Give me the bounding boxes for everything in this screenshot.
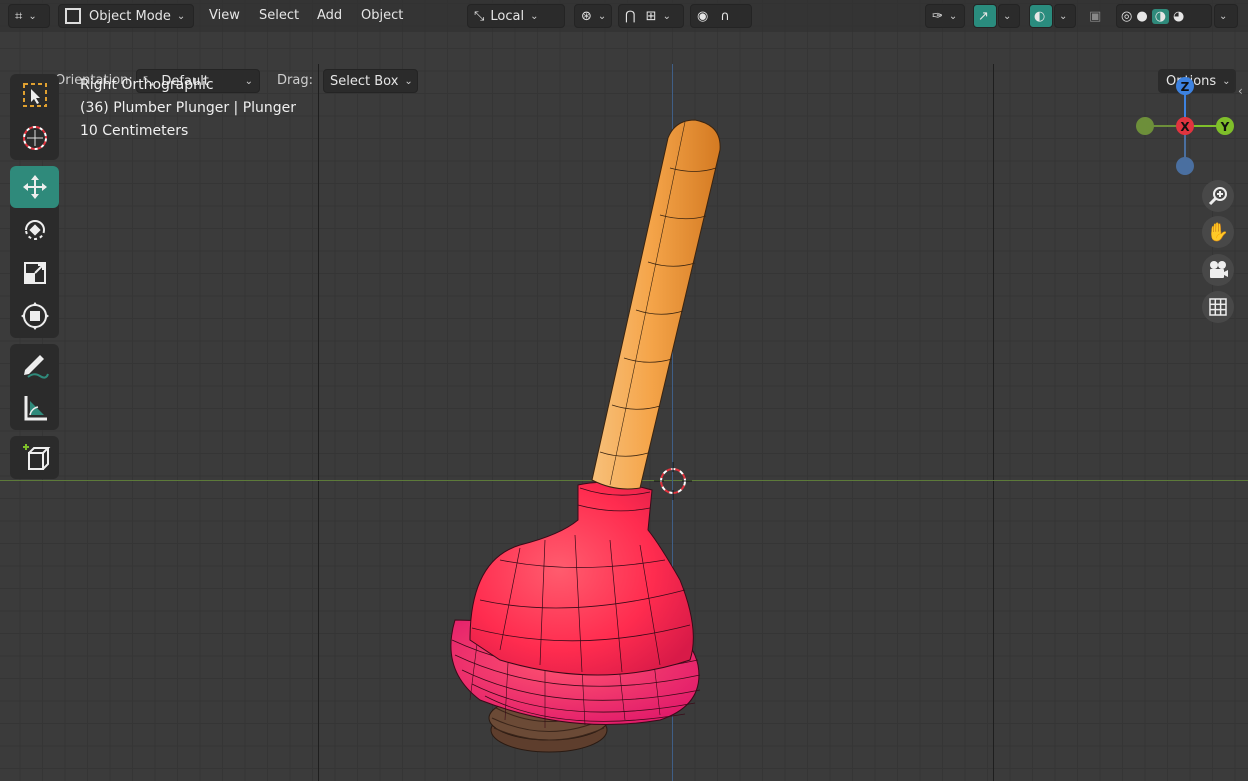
material-shading-icon[interactable]: ◑ (1151, 8, 1170, 24)
drag-dropdown[interactable]: Select Box ⌄ (323, 69, 418, 93)
cursor-icon (22, 126, 47, 150)
transform-space-label: Local (490, 8, 525, 24)
object-mode-icon (65, 8, 81, 24)
chevron-down-icon: ⌄ (1059, 10, 1068, 22)
toolbar-group-select (10, 74, 59, 160)
pivot-icon: ⊛ (581, 8, 592, 24)
gizmo-toggle[interactable]: ↗ (973, 4, 997, 28)
add-cube-icon (22, 444, 50, 470)
add-cube-tool[interactable] (10, 436, 59, 478)
camera-view-button[interactable] (1202, 254, 1234, 286)
move-icon (22, 175, 47, 199)
drag-value: Select Box (330, 73, 399, 89)
camera-icon (1210, 261, 1228, 278)
visibility-dropdown[interactable]: ✑ ⌄ (925, 4, 965, 28)
tool-settings-bar: Orientation: ⤡ Default ⌄ Drag: Select Bo… (0, 32, 1248, 93)
hand-icon: ✋ (1206, 221, 1230, 243)
pivot-point-dropdown[interactable]: ⊛ ⌄ (574, 4, 612, 28)
overlays-icon: ◐ (1034, 8, 1046, 24)
object-info: (36) Plumber Plunger | Plunger (80, 100, 297, 116)
overlays-toggle[interactable]: ◐ (1029, 4, 1053, 28)
scale-icon (23, 262, 46, 284)
z-axis-label: Z (1181, 80, 1190, 94)
proportional-edit-controls[interactable]: ◉ ∩ (690, 4, 752, 28)
magnet-icon: ⋂ (625, 8, 636, 24)
menu-view[interactable]: View (209, 8, 240, 23)
rendered-shading-icon[interactable]: ◕ (1173, 9, 1184, 24)
editor-type-icon: ⌗ (15, 8, 23, 24)
3d-cursor[interactable] (654, 462, 692, 500)
neg-z-axis-icon[interactable] (1176, 157, 1194, 175)
3d-viewport[interactable] (0, 0, 1248, 781)
chevron-down-icon: ⌄ (1219, 10, 1228, 22)
local-axes-icon: ⤡ (474, 8, 485, 24)
visibility-icon: ✑ (932, 8, 943, 24)
neg-y-axis-icon[interactable] (1136, 117, 1154, 135)
gizmo-dropdown[interactable]: ⌄ (998, 4, 1020, 28)
transform-icon (20, 302, 49, 330)
xray-toggle[interactable]: ▣ (1085, 4, 1109, 28)
move-tool[interactable] (10, 166, 59, 208)
zoom-icon (1208, 187, 1227, 206)
plunger-model[interactable] (0, 0, 1248, 781)
perspective-toggle-button[interactable] (1202, 291, 1234, 323)
snap-controls[interactable]: ⋂ ⊞ ⌄ (618, 4, 684, 28)
select-box-icon (22, 83, 47, 107)
drag-label: Drag: (277, 73, 313, 88)
measure-tool[interactable] (10, 387, 59, 429)
menu-object[interactable]: Object (361, 8, 403, 23)
solid-shading-icon[interactable]: ● (1136, 9, 1147, 24)
measure-icon (24, 396, 47, 421)
scale-tool[interactable] (10, 252, 59, 294)
navigation-gizmo[interactable]: Z Y X (1130, 72, 1242, 184)
chevron-down-icon: ⌄ (1003, 10, 1012, 22)
falloff-curve-icon: ∩ (720, 8, 730, 24)
viewport-header: ⌗ ⌄ Object Mode ⌄ View Select Add Object ⤡… (0, 0, 1248, 32)
wireframe-shading-icon[interactable]: ◎ (1121, 9, 1132, 24)
xray-icon: ▣ (1089, 8, 1102, 24)
toolbar-group-annotate (10, 344, 59, 430)
cursor-tool[interactable] (10, 117, 59, 159)
shading-dropdown[interactable]: ⌄ (1214, 4, 1238, 28)
rotate-tool[interactable] (10, 209, 59, 251)
annotate-tool[interactable] (10, 344, 59, 386)
mode-label: Object Mode (89, 8, 171, 24)
editor-type-button[interactable]: ⌗ ⌄ (8, 4, 50, 28)
y-axis-label: Y (1220, 120, 1230, 134)
pan-button[interactable]: ✋ (1202, 216, 1234, 248)
toolbar-group-add (10, 436, 59, 479)
overlays-dropdown[interactable]: ⌄ (1054, 4, 1076, 28)
plunger-handle (591, 119, 721, 490)
plunger-cup (469, 481, 694, 676)
select-box-tool[interactable] (10, 74, 59, 116)
mode-dropdown[interactable]: Object Mode ⌄ (58, 4, 194, 28)
gizmo-icon: ↗ (978, 8, 989, 24)
annotate-icon (23, 355, 49, 379)
transform-orientation-dropdown[interactable]: ⤡ Local ⌄ (467, 4, 565, 28)
grid-icon (1209, 298, 1227, 316)
x-axis-label: X (1180, 120, 1190, 134)
view-name: Right Orthographic (80, 77, 214, 93)
rotate-icon (24, 220, 45, 240)
sidebar-toggle-icon[interactable]: ‹ (1238, 84, 1248, 100)
transform-tool[interactable] (10, 295, 59, 337)
proportional-edit-icon: ◉ (697, 8, 709, 24)
grid-scale: 10 Centimeters (80, 123, 189, 139)
menu-add[interactable]: Add (317, 8, 342, 23)
menu-select[interactable]: Select (259, 8, 299, 23)
snap-increment-icon: ⊞ (645, 8, 657, 24)
shading-mode-group[interactable]: ◎ ● ◑ ◕ (1116, 4, 1212, 28)
zoom-button[interactable] (1202, 180, 1234, 212)
toolbar-group-transform (10, 166, 59, 338)
